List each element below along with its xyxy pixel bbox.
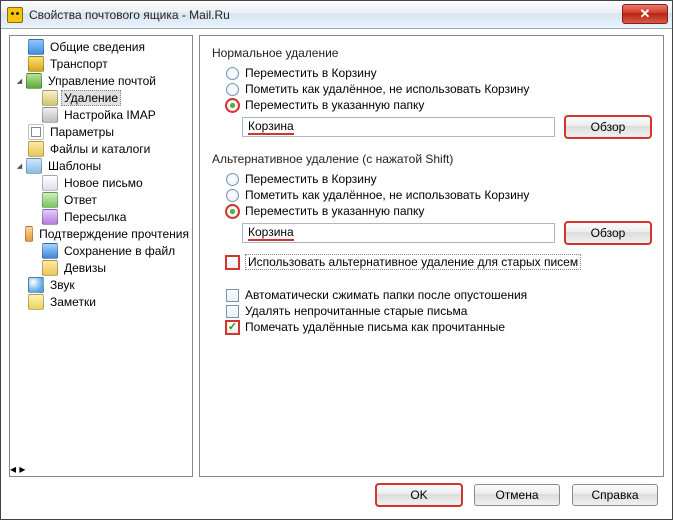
content-area: Общие сведения Транспорт Управление почт… (1, 29, 672, 477)
radio-normal-mark[interactable] (226, 83, 239, 96)
confirm-icon (25, 226, 33, 242)
tree-item-transport[interactable]: Транспорт (47, 57, 111, 71)
check-label: Автоматически сжимать папки после опусто… (245, 288, 527, 302)
nav-tree[interactable]: Общие сведения Транспорт Управление почт… (10, 36, 192, 462)
radio-normal-trash[interactable] (226, 67, 239, 80)
folder-value: Корзина (248, 225, 294, 241)
save-icon (42, 243, 58, 259)
tree-item-sound[interactable]: Звук (47, 278, 78, 292)
expand-toggle[interactable] (14, 75, 25, 86)
check-label: Удалять непрочитанные старые письма (245, 304, 467, 318)
tree-item-forward[interactable]: Пересылка (61, 210, 129, 224)
sound-icon (28, 277, 44, 293)
radio-alt-trash[interactable] (226, 173, 239, 186)
dialog-footer: OK Отмена Справка (1, 477, 672, 513)
tree-item-notes[interactable]: Заметки (47, 295, 99, 309)
tree-item-reply[interactable]: Ответ (61, 193, 100, 207)
ok-button[interactable]: OK (376, 484, 462, 506)
truck-icon (28, 56, 44, 72)
notes-icon (28, 294, 44, 310)
cancel-button[interactable]: Отмена (474, 484, 560, 506)
radio-label: Переместить в указанную папку (245, 98, 424, 112)
radio-label: Переместить в Корзину (245, 172, 377, 186)
params-icon (28, 124, 44, 140)
expand-toggle[interactable] (14, 160, 25, 171)
folder-value: Корзина (248, 119, 294, 135)
radio-alt-mark[interactable] (226, 189, 239, 202)
tree-hscrollbar[interactable]: ◂ ▸ (10, 462, 192, 476)
tree-item-mailmgmt[interactable]: Управление почтой (45, 74, 159, 88)
radio-label: Пометить как удалённое, не использовать … (245, 188, 529, 202)
tree-item-imap[interactable]: Настройка IMAP (61, 108, 159, 122)
info-icon (28, 39, 44, 55)
scroll-left-button[interactable]: ◂ (10, 462, 16, 476)
tree-panel: Общие сведения Транспорт Управление почт… (9, 35, 193, 477)
tree-item-newmail[interactable]: Новое письмо (61, 176, 146, 190)
radio-label: Переместить в Корзину (245, 66, 377, 80)
radio-alt-folder[interactable] (226, 205, 239, 218)
radio-label: Пометить как удалённое, не использовать … (245, 82, 529, 96)
check-label: Помечать удалённые письма как прочитанны… (245, 320, 505, 334)
settings-panel: Нормальное удаление Переместить в Корзин… (199, 35, 664, 477)
browse-button-alt[interactable]: Обзор (565, 222, 651, 244)
trash-icon (42, 90, 58, 106)
templates-icon (26, 158, 42, 174)
normal-delete-title: Нормальное удаление (212, 46, 651, 60)
browse-button-normal[interactable]: Обзор (565, 116, 651, 138)
title-bar: Свойства почтового ящика - Mail.Ru ✕ (1, 1, 672, 29)
tree-item-general[interactable]: Общие сведения (47, 40, 148, 54)
forward-icon (42, 209, 58, 225)
mail-icon (26, 73, 42, 89)
folder-icon (28, 141, 44, 157)
alt-delete-title: Альтернативное удаление (с нажатой Shift… (212, 152, 651, 166)
tree-item-templates[interactable]: Шаблоны (45, 159, 104, 173)
tree-item-save[interactable]: Сохранение в файл (61, 244, 178, 258)
tree-item-deletion[interactable]: Удаление (61, 90, 121, 106)
tree-item-params[interactable]: Параметры (47, 125, 117, 139)
tree-item-confirm[interactable]: Подтверждение прочтения (36, 227, 192, 241)
window-title: Свойства почтового ящика - Mail.Ru (29, 8, 622, 22)
normal-folder-input[interactable]: Корзина (242, 117, 555, 137)
check-del-unread[interactable] (226, 305, 239, 318)
tree-item-motto[interactable]: Девизы (61, 261, 109, 275)
check-use-alt-old[interactable] (226, 256, 239, 269)
newmail-icon (42, 175, 58, 191)
scroll-right-button[interactable]: ▸ (19, 462, 25, 476)
app-icon (7, 7, 23, 23)
motto-icon (42, 260, 58, 276)
check-mark-read[interactable] (226, 321, 239, 334)
reply-icon (42, 192, 58, 208)
check-label: Использовать альтернативное удаление для… (245, 254, 581, 270)
alt-folder-input[interactable]: Корзина (242, 223, 555, 243)
server-icon (42, 107, 58, 123)
close-button[interactable]: ✕ (622, 4, 668, 24)
radio-normal-folder[interactable] (226, 99, 239, 112)
tree-item-files[interactable]: Файлы и каталоги (47, 142, 153, 156)
help-button[interactable]: Справка (572, 484, 658, 506)
check-compact[interactable] (226, 289, 239, 302)
radio-label: Переместить в указанную папку (245, 204, 424, 218)
